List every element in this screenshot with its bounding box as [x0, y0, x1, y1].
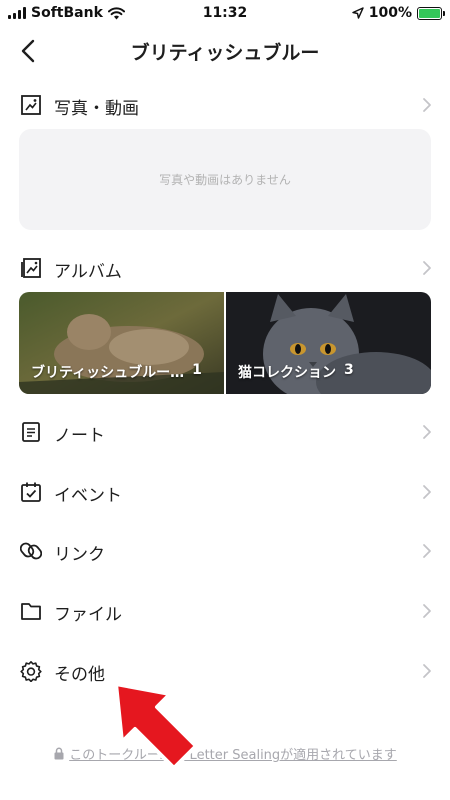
calendar-check-icon [21, 482, 41, 502]
photos-videos-label: 写真・動画 [54, 99, 139, 119]
album-name: 猫コレクション [238, 365, 336, 381]
status-bar: SoftBank 11:32 100% [0, 0, 450, 26]
files-row[interactable]: ファイル [0, 589, 450, 633]
chevron-right-icon [423, 425, 431, 439]
chevron-right-icon [423, 261, 431, 275]
status-right: 100% [351, 5, 445, 21]
chevron-right-icon [423, 485, 431, 499]
chevron-right-icon [423, 98, 431, 112]
battery-icon [417, 6, 445, 20]
albums-row[interactable]: アルバム [0, 246, 450, 290]
albums-label: アルバム [54, 262, 122, 282]
folder-icon [21, 603, 41, 620]
header: ブリティッシュブルー [0, 26, 450, 76]
page-title: ブリティッシュブルー [130, 42, 320, 64]
album-caption: ブリティッシュブルー… 1 [31, 362, 216, 382]
photos-videos-row[interactable]: 写真・動画 [0, 83, 450, 127]
annotation-arrow-icon [114, 682, 198, 770]
album-icon [21, 258, 41, 278]
other-label: その他 [54, 665, 105, 685]
links-row[interactable]: リンク [0, 529, 450, 573]
location-icon [351, 7, 364, 19]
photos-empty-text: 写真や動画はありません [159, 173, 291, 187]
chevron-right-icon [423, 604, 431, 618]
album-name: ブリティッシュブルー… [31, 365, 185, 381]
photo-icon [21, 95, 41, 115]
album-card[interactable]: 猫コレクション 3 [226, 292, 431, 394]
chevron-right-icon [423, 664, 431, 678]
chevron-right-icon [423, 544, 431, 558]
album-count: 3 [344, 362, 354, 378]
other-row[interactable]: その他 [0, 649, 450, 693]
gear-icon [20, 661, 42, 682]
album-thumbnails: ブリティッシュブルー… 1 猫コレクション 3 [19, 292, 431, 394]
letter-sealing-notice[interactable]: このトークルームは Letter Sealingが適用されています [0, 744, 450, 763]
album-caption: 猫コレクション 3 [238, 362, 423, 382]
link-icon [20, 542, 42, 560]
events-row[interactable]: イベント [0, 470, 450, 514]
album-count: 1 [192, 362, 202, 378]
links-label: リンク [54, 545, 105, 565]
photos-empty-placeholder: 写真や動画はありません [19, 129, 431, 230]
files-label: ファイル [54, 605, 122, 625]
note-icon [22, 422, 40, 442]
events-label: イベント [54, 486, 122, 506]
battery-percent: 100% [368, 5, 412, 21]
notes-label: ノート [54, 426, 105, 446]
lock-icon [54, 747, 64, 760]
notes-row[interactable]: ノート [0, 410, 450, 454]
album-card[interactable]: ブリティッシュブルー… 1 [19, 292, 224, 394]
